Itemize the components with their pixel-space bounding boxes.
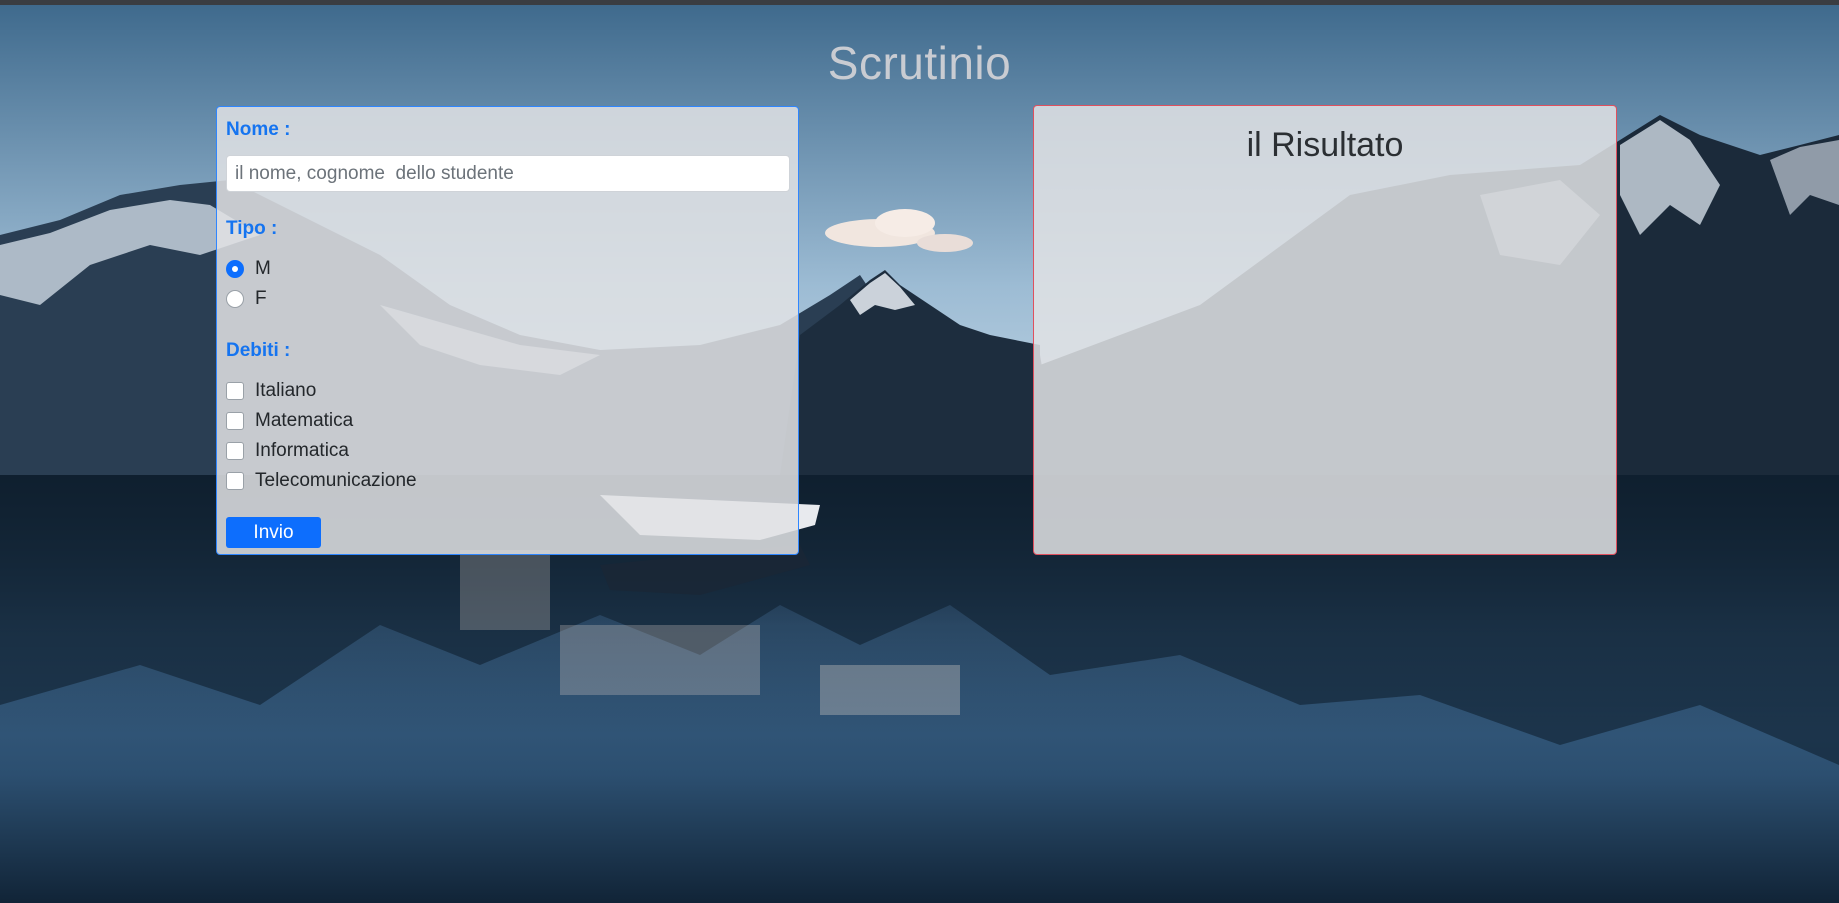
- type-radio-group: M F: [226, 254, 789, 314]
- checkbox-italiano[interactable]: [226, 382, 244, 400]
- debt-option-matematica[interactable]: Matematica: [226, 406, 789, 436]
- radio-f[interactable]: [226, 290, 244, 308]
- result-title: il Risultato: [1246, 126, 1404, 164]
- debts-checkbox-group: Italiano Matematica Informatica Telecomu…: [226, 376, 789, 496]
- debt-option-informatica[interactable]: Informatica: [226, 436, 789, 466]
- type-option-f[interactable]: F: [226, 284, 789, 314]
- type-option-m[interactable]: M: [226, 254, 789, 284]
- type-option-label: F: [255, 288, 267, 309]
- checkbox-matematica[interactable]: [226, 412, 244, 430]
- result-panel: il Risultato: [1033, 105, 1617, 555]
- type-label: Tipo :: [226, 218, 278, 239]
- student-form: Nome : Tipo : M F Debiti : Italiano Mate…: [216, 106, 799, 555]
- debt-option-label: Informatica: [255, 440, 349, 461]
- name-label: Nome :: [226, 119, 291, 140]
- page-title: Scrutinio: [827, 37, 1012, 89]
- debts-label: Debiti :: [226, 340, 291, 361]
- submit-button[interactable]: Invio: [226, 517, 321, 548]
- checkbox-informatica[interactable]: [226, 442, 244, 460]
- debt-option-telecomunicazione[interactable]: Telecomunicazione: [226, 466, 789, 496]
- checkbox-telecomunicazione[interactable]: [226, 472, 244, 490]
- debt-option-label: Telecomunicazione: [255, 470, 417, 491]
- student-name-input[interactable]: [226, 155, 790, 192]
- debt-option-label: Italiano: [255, 380, 317, 401]
- debt-option-label: Matematica: [255, 410, 354, 431]
- debt-option-italiano[interactable]: Italiano: [226, 376, 789, 406]
- radio-m[interactable]: [226, 260, 244, 278]
- type-option-label: M: [255, 258, 271, 279]
